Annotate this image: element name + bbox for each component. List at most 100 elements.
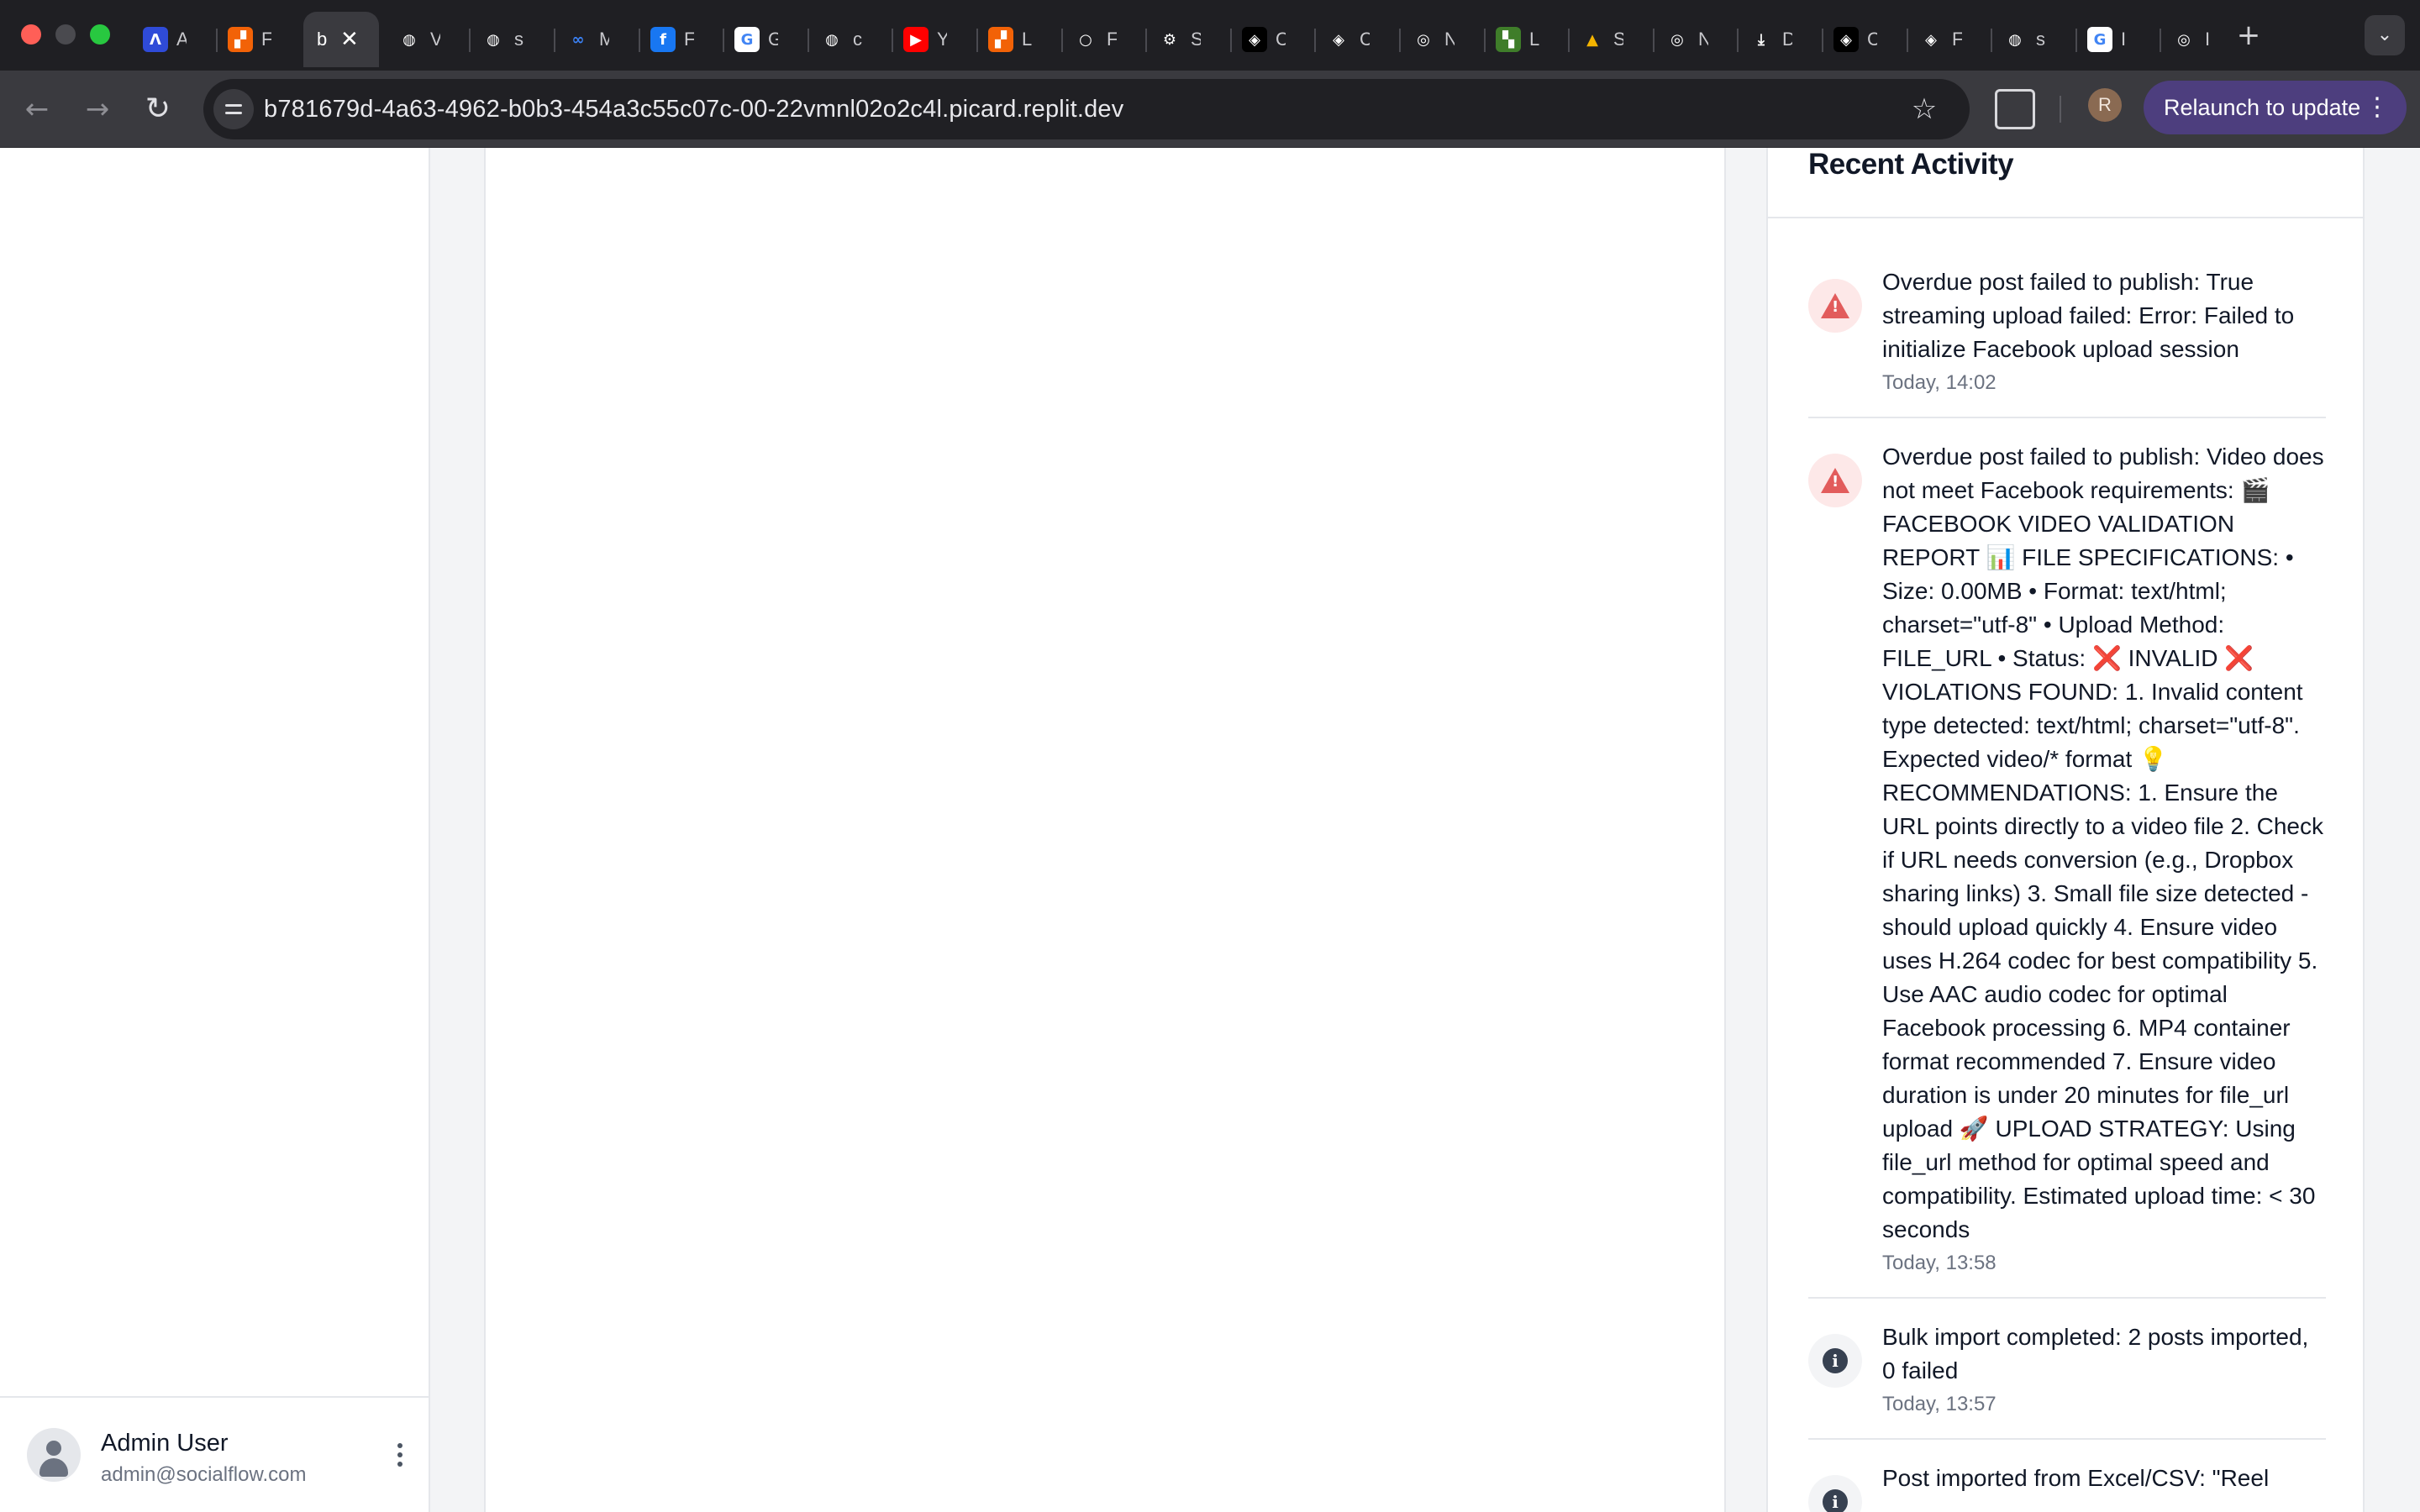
tab[interactable]: ○ F: [1065, 12, 1140, 67]
warning-icon: [1808, 279, 1862, 333]
tab[interactable]: ▶ Y: [895, 12, 971, 67]
new-tab-button[interactable]: +: [2232, 18, 2265, 52]
relaunch-button[interactable]: Relaunch to update ⋮: [2144, 81, 2407, 134]
tab[interactable]: ◈ C: [1825, 12, 1901, 67]
tab-title: C: [1867, 29, 1877, 50]
tab[interactable]: ◍ V: [388, 12, 464, 67]
replit-icon: ▞: [988, 27, 1013, 52]
tab-separator: [976, 29, 978, 52]
tab-title: Y: [937, 29, 947, 50]
info-icon: i: [1808, 1334, 1862, 1388]
download-icon: ⤓: [1758, 30, 1765, 49]
tab-separator: [1314, 29, 1316, 52]
tab[interactable]: GI: [2079, 12, 2154, 67]
tab-title: M: [599, 29, 609, 50]
tab-separator: [1907, 29, 1908, 52]
tab-separator: [1653, 29, 1655, 52]
tab-separator: [1061, 29, 1063, 52]
warning-icon: [1808, 454, 1862, 507]
site-info-icon[interactable]: [213, 89, 254, 129]
profile-avatar[interactable]: R: [2088, 88, 2122, 122]
globe-icon: ◍: [402, 30, 416, 49]
tab-strip: Λ A ▞ Fb ✕ ◍ V ◍ s ∞ Mf F G G ◍ c ▶ Y ▞ L ○ F ⚙ S ◈ C ◈ C ◎ N ▚ L ▲ S ◎ N ⤓ D…: [134, 12, 2269, 67]
tab[interactable]: fF: [642, 12, 718, 67]
tab-title: b: [317, 29, 327, 50]
back-button[interactable]: ←: [17, 89, 57, 129]
tab[interactable]: ▲ S: [1571, 12, 1647, 67]
recent-activity-title: Recent Activity: [1808, 148, 2014, 181]
tab[interactable]: ∞ M: [557, 12, 633, 67]
tab-separator: [1568, 29, 1570, 52]
activity-timestamp: Today, 13:57: [1882, 1393, 1996, 1415]
window-close-button[interactable]: [21, 24, 41, 45]
tab-separator: [1230, 29, 1232, 52]
tab-title: s: [514, 29, 523, 50]
tab[interactable]: ▞ F: [219, 12, 295, 67]
info-icon: i: [1808, 1475, 1862, 1512]
tab-title: I: [2121, 29, 2127, 50]
tab[interactable]: ◎ I: [2163, 12, 2238, 67]
tab[interactable]: ◍ s: [472, 12, 548, 67]
user-name: Admin User: [101, 1430, 229, 1457]
tab-separator: [639, 29, 640, 52]
activity-message: Overdue post failed to publish: True str…: [1882, 269, 2295, 362]
tab-title: F: [261, 29, 271, 50]
tab-separator: [554, 29, 555, 52]
tab-title: C: [1276, 29, 1286, 50]
user-avatar-icon: [27, 1428, 81, 1482]
tab-title: V: [430, 29, 440, 50]
tab-title: I: [2205, 29, 2211, 50]
forward-button[interactable]: →: [77, 89, 118, 129]
window-maximize-button[interactable]: [90, 24, 110, 45]
globe-icon: ◍: [487, 30, 500, 49]
tab[interactable]: ◍ s: [1994, 12, 2070, 67]
activity-timestamp: Today, 13:58: [1882, 1252, 1996, 1274]
address-bar[interactable]: b781679d-4a63-4962-b0b3-454a3c55c07c-00-…: [203, 79, 1970, 139]
window-minimize-button[interactable]: [55, 24, 76, 45]
google-icon: G: [734, 27, 760, 52]
activity-item: i Bulk import completed: 2 posts imported…: [1808, 1320, 2326, 1440]
tab[interactable]: GG: [726, 12, 802, 67]
extensions-icon[interactable]: [1995, 89, 2035, 129]
tab-active[interactable]: b ✕: [303, 12, 379, 67]
tab[interactable]: ◈ C: [1234, 12, 1309, 67]
tab[interactable]: ◎ N: [1402, 12, 1478, 67]
tab-title: D: [1782, 29, 1792, 50]
chrome-icon: ◎: [1417, 30, 1430, 49]
google-icon: G: [2087, 27, 2112, 52]
gear-icon: ⚙: [1162, 30, 1177, 49]
recent-activity-panel: Recent Activity Overdue post failed to p…: [1766, 148, 2365, 1512]
tab-separator: [723, 29, 724, 52]
tab[interactable]: ⤓ D: [1740, 12, 1816, 67]
tab[interactable]: ◈ C: [1318, 12, 1393, 67]
more-vertical-icon[interactable]: ⋮: [2365, 81, 2390, 134]
tab[interactable]: ΛA: [134, 12, 210, 67]
url-text[interactable]: b781679d-4a63-4962-b0b3-454a3c55c07c-00-…: [264, 79, 1123, 139]
bookmark-star-icon[interactable]: ☆: [1904, 89, 1944, 129]
tab-title: A: [176, 29, 187, 50]
cube-icon: ◈: [1333, 30, 1344, 49]
reload-button[interactable]: ↻: [138, 89, 178, 129]
close-tab-icon[interactable]: ✕: [340, 29, 359, 50]
tab-title: c: [853, 29, 862, 50]
tab-title: F: [1952, 29, 1962, 50]
user-menu-icon[interactable]: [388, 1438, 412, 1472]
sidebar-user-profile[interactable]: Admin User admin@socialflow.com: [0, 1396, 429, 1512]
tab[interactable]: ⚙ S: [1149, 12, 1224, 67]
app-viewport: Admin User admin@socialflow.com Recent A…: [0, 148, 2420, 1512]
globe-icon: ◍: [825, 30, 839, 49]
tab-separator: [892, 29, 893, 52]
meta-icon: ∞: [571, 30, 585, 49]
tab[interactable]: ▞ L: [980, 12, 1055, 67]
activity-timestamp: Today, 14:02: [1882, 371, 1996, 394]
tab[interactable]: ◎ N: [1656, 12, 1732, 67]
tab[interactable]: ◍ c: [811, 12, 886, 67]
tab[interactable]: ◈ F: [1910, 12, 1986, 67]
youtube-icon: ▶: [903, 27, 929, 52]
activity-message: Post imported from Excel/CSV: "Reel: [1882, 1465, 2270, 1491]
tab[interactable]: ▚ L: [1487, 12, 1563, 67]
tab-title: L: [1529, 29, 1539, 50]
tab-search-button[interactable]: ⌄: [2365, 15, 2405, 55]
main-content-card: [484, 148, 1726, 1512]
tab-separator: [2160, 29, 2161, 52]
